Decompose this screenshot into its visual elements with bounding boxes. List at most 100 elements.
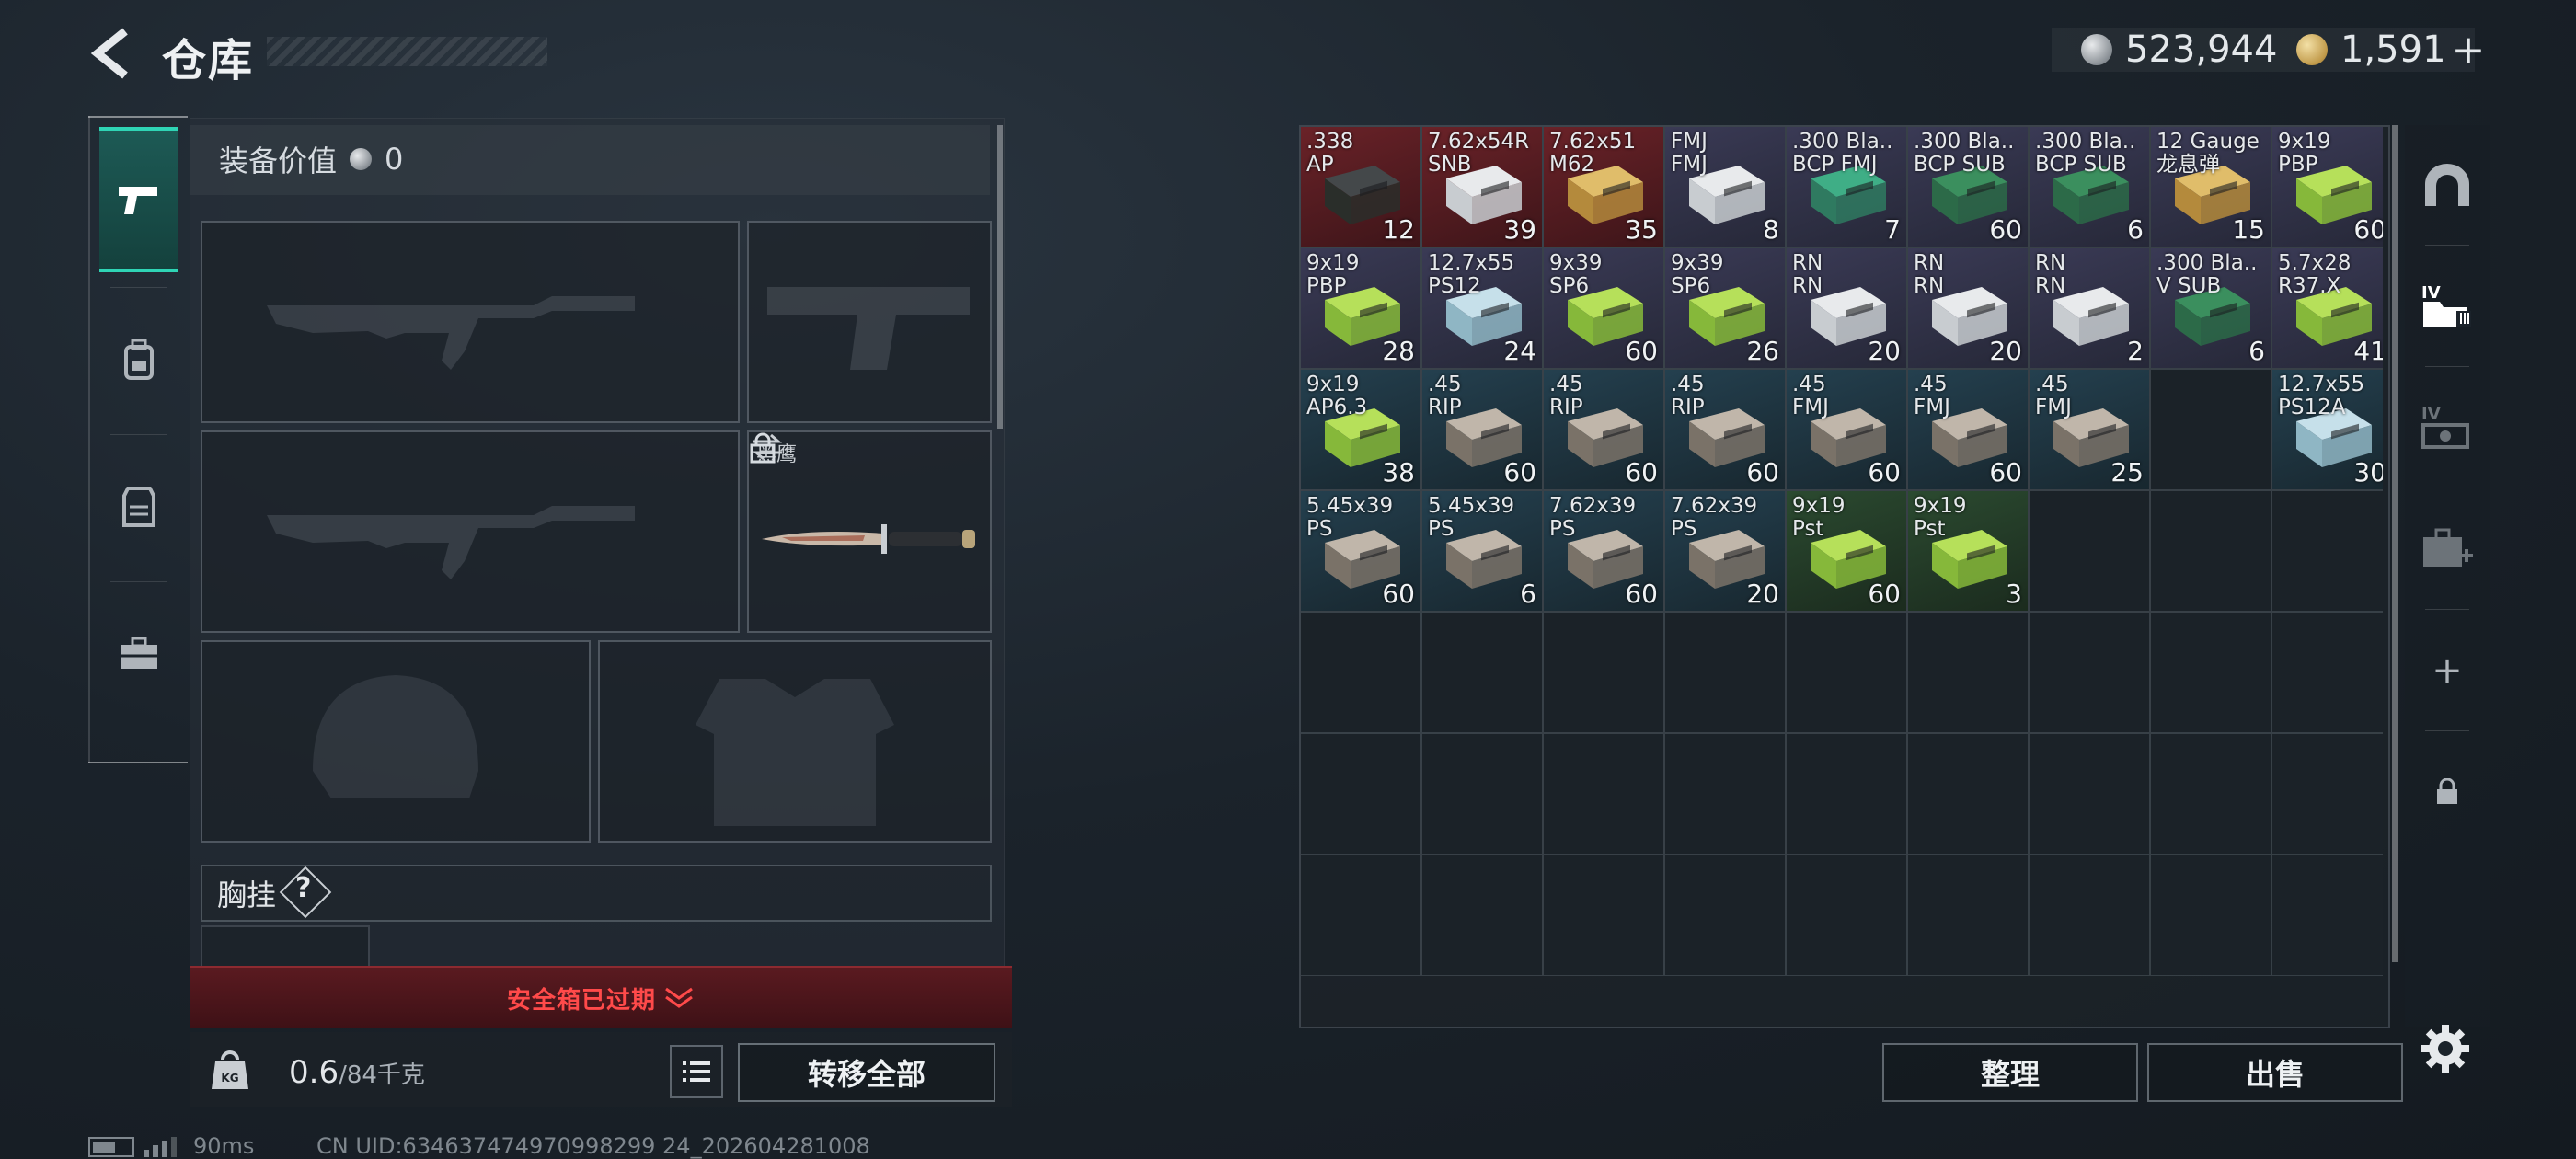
storage-item[interactable]: .45 FMJ 25 [2029,369,2150,490]
storage-cell-empty[interactable] [1421,855,1543,976]
storage-item[interactable]: .300 Bla.. BCP FMJ 7 [1786,127,1907,247]
storage-cell-empty[interactable] [1301,855,1421,976]
storage-cell-empty[interactable] [2271,612,2383,733]
tab-medical-storage[interactable] [2405,489,2490,609]
ammo-name: .300 Bla.. V SUB [2156,251,2258,298]
storage-cell-empty[interactable] [1543,733,1664,855]
storage-cell-empty[interactable] [1543,612,1664,733]
storage-cell-empty[interactable] [1543,855,1664,976]
ammo-name: .45 FMJ [1914,373,1950,419]
category-vest[interactable] [99,438,178,576]
storage-item[interactable]: .45 FMJ 60 [1907,369,2029,490]
storage-item[interactable]: .45 RIP 60 [1543,369,1664,490]
signal-icon [144,1137,177,1157]
storage-item[interactable]: RN RN 20 [1907,247,2029,369]
storage-cell-empty[interactable] [2029,612,2150,733]
sidearm-slot[interactable] [747,221,992,423]
storage-cell-empty[interactable] [1907,612,2029,733]
storage-cell-empty[interactable] [1664,855,1786,976]
storage-item[interactable]: 7.62x39 PS 20 [1664,490,1786,612]
weight-current: 0.6 [289,1054,339,1091]
storage-item[interactable]: .338 AP 12 [1301,127,1421,247]
storage-item[interactable]: 7.62x51 M62 35 [1543,127,1664,247]
storage-cell-empty[interactable] [2150,733,2271,855]
storage-item[interactable]: .45 RIP 60 [1664,369,1786,490]
storage-cell-empty[interactable] [1907,733,2029,855]
storage-cell-empty[interactable] [2150,855,2271,976]
vest-silhouette-icon [696,679,894,826]
storage-cell-empty[interactable] [1421,733,1543,855]
tab-storage-iv[interactable]: IV [2405,247,2490,366]
ammo-count: 20 [1746,579,1779,609]
storage-item[interactable]: 5.7x28 R37.X 41 [2271,247,2383,369]
storage-cell-empty[interactable] [2271,490,2383,612]
equipment-scrollbar[interactable] [997,125,1003,429]
storage-cell-empty[interactable] [2029,855,2150,976]
transfer-all-button[interactable]: 转移全部 [738,1043,995,1102]
storage-cell-empty[interactable] [2029,490,2150,612]
tab-storage-ext[interactable]: IV [2405,368,2490,488]
add-currency-button[interactable]: + [2452,27,2486,74]
storage-item[interactable]: 9x19 PBP 60 [2271,127,2383,247]
storage-item[interactable]: .45 RIP 60 [1421,369,1543,490]
primary-weapon-slot[interactable] [201,221,740,423]
category-backpack[interactable] [99,291,178,429]
locked-storage-tab[interactable] [2405,732,2490,852]
storage-cell-empty[interactable] [1664,612,1786,733]
storage-item[interactable]: 9x19 AP6.3 38 [1301,369,1421,490]
storage-cell-empty[interactable] [1786,733,1907,855]
ammo-count: 41 [2353,336,2383,366]
ammo-count: 60 [1625,336,1658,366]
storage-item[interactable]: .300 Bla.. BCP SUB 6 [2029,127,2150,247]
storage-cell-empty[interactable] [2150,612,2271,733]
sell-button[interactable]: 出售 [2147,1043,2403,1102]
storage-item[interactable]: 12.7x55 PS12 24 [1421,247,1543,369]
storage-item[interactable]: .45 FMJ 60 [1786,369,1907,490]
storage-item[interactable]: 12.7x55 PS12A 30 [2271,369,2383,490]
storage-item[interactable]: 9x39 SP6 26 [1664,247,1786,369]
storage-item[interactable]: 9x19 Pst 60 [1786,490,1907,612]
category-weapons[interactable] [99,127,178,272]
storage-item[interactable]: 9x39 SP6 60 [1543,247,1664,369]
storage-cell-empty[interactable] [2271,855,2383,976]
storage-cell-empty[interactable] [2150,490,2271,612]
storage-item[interactable]: RN RN 2 [2029,247,2150,369]
category-toolbox[interactable] [99,585,178,723]
storage-cell-empty[interactable] [1301,612,1421,733]
storage-cell-empty[interactable] [2150,369,2271,490]
list-view-button[interactable] [670,1045,723,1098]
storage-item[interactable]: 7.62x54R SNB 39 [1421,127,1543,247]
storage-item[interactable]: 12 Gauge 龙息弹 15 [2150,127,2271,247]
storage-item[interactable]: 5.45x39 PS 6 [1421,490,1543,612]
storage-item[interactable]: .300 Bla.. BCP SUB 60 [1907,127,2029,247]
sort-button[interactable]: 整理 [1882,1043,2138,1102]
storage-cell-empty[interactable] [2271,733,2383,855]
storage-scrollbar[interactable] [2392,125,2398,962]
storage-item[interactable]: .300 Bla.. V SUB 6 [2150,247,2271,369]
storage-cell-empty[interactable] [1421,612,1543,733]
storage-cell-empty[interactable] [1301,733,1421,855]
storage-cell-empty[interactable] [1664,733,1786,855]
storage-item[interactable]: 7.62x39 PS 60 [1543,490,1664,612]
storage-item[interactable]: FMJ FMJ 8 [1664,127,1786,247]
tab-home-storage[interactable] [2405,125,2490,245]
storage-cell-empty[interactable] [1907,855,2029,976]
storage-item[interactable]: 5.45x39 PS 60 [1301,490,1421,612]
melee-slot[interactable]: 黑鹰 [747,430,992,633]
storage-item[interactable]: 9x19 PBP 28 [1301,247,1421,369]
rifle-silhouette-icon [267,506,635,580]
storage-item[interactable]: RN RN 20 [1786,247,1907,369]
back-arrow-icon[interactable] [85,26,140,81]
storage-item[interactable]: 9x19 Pst 3 [1907,490,2029,612]
safe-box-banner[interactable]: 安全箱已过期 [190,966,1012,1028]
storage-cell-empty[interactable] [1786,612,1907,733]
armor-slot[interactable] [598,640,992,843]
ammo-name: 9x39 SP6 [1549,251,1603,298]
secondary-weapon-slot[interactable] [201,430,740,633]
settings-gear-icon[interactable] [2418,1021,2473,1076]
add-storage-tab-button[interactable]: + [2405,611,2490,730]
lock-icon [750,432,776,464]
storage-cell-empty[interactable] [1786,855,1907,976]
storage-cell-empty[interactable] [2029,733,2150,855]
helmet-slot[interactable] [201,640,591,843]
